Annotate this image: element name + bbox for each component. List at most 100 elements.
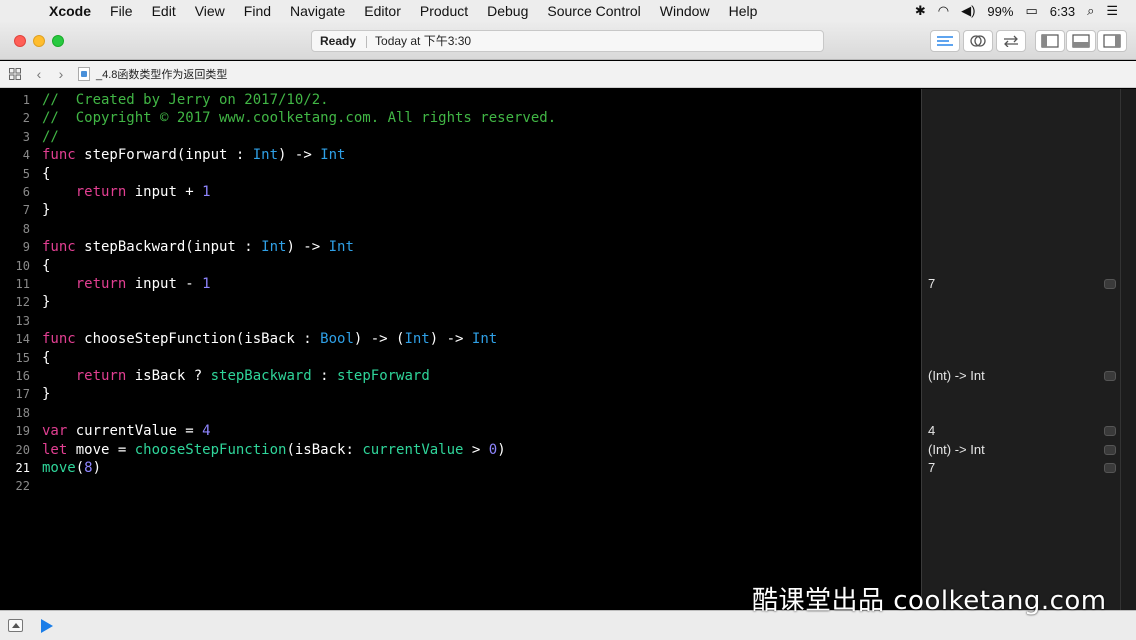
code-token: Int xyxy=(471,331,498,348)
result-value[interactable]: 7 xyxy=(928,275,935,293)
code-line[interactable]: 6 return input + 1 xyxy=(0,183,921,201)
code-token: Bool xyxy=(320,331,354,348)
menu-source-control[interactable]: Source Control xyxy=(538,3,650,19)
volume-icon[interactable]: ◀) xyxy=(961,3,975,19)
navigator-toggle-button[interactable] xyxy=(1035,30,1065,52)
menu-file[interactable]: File xyxy=(101,3,143,19)
editor-scrollbar[interactable] xyxy=(1120,89,1136,610)
line-number: 6 xyxy=(22,185,30,199)
clock[interactable]: 6:33 xyxy=(1050,4,1075,19)
code-line[interactable]: 21 move(8) xyxy=(0,459,921,477)
code-line[interactable]: 8 xyxy=(0,220,921,238)
standard-editor-icon xyxy=(937,36,953,46)
menu-debug[interactable]: Debug xyxy=(478,3,538,19)
code-line[interactable]: 3 // xyxy=(0,128,921,146)
menu-edit[interactable]: Edit xyxy=(143,3,186,19)
minimize-window-button[interactable] xyxy=(33,35,45,47)
back-button[interactable]: ‹ xyxy=(28,66,50,82)
line-number: 14 xyxy=(15,332,30,347)
line-number: 10 xyxy=(15,258,30,273)
code-token: Int xyxy=(404,331,430,348)
spotlight-search-icon[interactable]: ⌕ xyxy=(1087,3,1094,19)
show-result-button[interactable] xyxy=(1104,371,1116,381)
show-result-button[interactable] xyxy=(1104,279,1116,289)
code-token: 4 xyxy=(202,423,211,440)
bluetooth-icon[interactable]: ✱ xyxy=(915,3,926,19)
code-token: 1 xyxy=(202,184,211,200)
line-number: 11 xyxy=(15,277,30,291)
code-line[interactable]: 2 // Copyright © 2017 www.coolketang.com.… xyxy=(0,109,921,127)
code-line[interactable]: 10 { xyxy=(0,257,921,275)
menu-window[interactable]: Window xyxy=(651,3,720,19)
code-token: func xyxy=(42,147,76,164)
code-line[interactable]: 4 func stepForward(input : Int) -> Int xyxy=(0,146,921,164)
result-value[interactable]: 4 xyxy=(928,422,935,440)
code-line[interactable]: 19 var currentValue = 4 xyxy=(0,422,921,440)
code-token: Int xyxy=(252,147,279,164)
code-token: currentValue xyxy=(362,441,464,458)
code-text: } xyxy=(42,385,50,403)
show-debug-area-button[interactable] xyxy=(8,619,23,632)
code-line[interactable]: 7} xyxy=(0,201,921,219)
code-line[interactable]: 11 return input - 1 xyxy=(0,275,921,293)
show-result-button[interactable] xyxy=(1104,463,1116,473)
assistant-editor-icon xyxy=(970,35,986,47)
code-line[interactable]: 9 func stepBackward(input : Int) -> Int xyxy=(0,238,921,256)
code-line[interactable]: 14 func chooseStepFunction(isBack : Bool)… xyxy=(0,330,921,348)
code-line[interactable]: 22 xyxy=(0,477,921,495)
code-editor[interactable]: 1 // Created by Jerry on 2017/10/2. 2 // Co… xyxy=(0,89,921,610)
standard-editor-button[interactable] xyxy=(930,30,960,52)
code-line[interactable]: 15 { xyxy=(0,349,921,367)
menu-xcode[interactable]: Xcode xyxy=(40,3,101,19)
forward-button[interactable]: › xyxy=(50,66,72,82)
left-panel-icon xyxy=(1041,34,1059,48)
menu-help[interactable]: Help xyxy=(720,3,768,19)
code-line[interactable]: 20 let move = chooseStepFunction(isBack: … xyxy=(0,441,921,459)
code-token: (isBack: xyxy=(286,441,363,458)
code-token: Int xyxy=(328,239,354,256)
close-window-button[interactable] xyxy=(14,35,26,47)
debug-area-toggle-button[interactable] xyxy=(1066,30,1096,52)
utilities-toggle-button[interactable] xyxy=(1097,30,1127,52)
show-result-button[interactable] xyxy=(1104,444,1116,455)
code-text: return input - 1 xyxy=(42,275,211,293)
code-token: : xyxy=(311,368,338,384)
code-line[interactable]: 16 return isBack ? stepBackward : stepFo… xyxy=(0,367,921,385)
menu-view[interactable]: View xyxy=(186,3,235,19)
version-editor-button[interactable] xyxy=(996,30,1026,52)
show-result-button[interactable] xyxy=(1104,426,1116,437)
code-line[interactable]: 17} xyxy=(0,385,921,403)
line-number: 16 xyxy=(15,369,30,383)
menu-navigate[interactable]: Navigate xyxy=(281,3,355,19)
activity-divider xyxy=(366,35,368,48)
menu-find[interactable]: Find xyxy=(235,3,281,19)
code-line[interactable]: 13 xyxy=(0,312,921,330)
code-line[interactable]: 12} xyxy=(0,293,921,311)
code-line[interactable]: 5{ xyxy=(0,165,921,183)
code-token: return xyxy=(75,184,127,200)
code-text: // Created by Jerry on 2017/10/2. xyxy=(42,91,329,109)
run-playground-button[interactable] xyxy=(41,619,53,633)
line-number: 4 xyxy=(22,148,30,163)
result-value[interactable]: (Int) -> Int xyxy=(928,367,985,385)
menu-product[interactable]: Product xyxy=(411,3,478,19)
breadcrumb-filename[interactable]: _4.8函数类型作为返回类型 xyxy=(96,66,227,82)
result-value[interactable]: 7 xyxy=(928,459,935,477)
code-line[interactable]: 18 xyxy=(0,404,921,422)
related-items-icon[interactable] xyxy=(8,67,22,81)
code-token: // Copyright © 2017 www.coolketang.com. … xyxy=(42,110,557,127)
zoom-window-button[interactable] xyxy=(52,35,64,47)
wifi-icon[interactable]: ◠ xyxy=(938,3,949,19)
code-token: 8 xyxy=(84,460,93,476)
menu-editor[interactable]: Editor xyxy=(355,3,411,19)
assistant-editor-button[interactable] xyxy=(963,30,993,52)
code-token: } xyxy=(42,294,51,311)
code-token: { xyxy=(42,165,51,182)
result-value[interactable]: (Int) -> Int xyxy=(928,441,985,459)
code-token: stepBackward xyxy=(210,368,312,384)
battery-percent[interactable]: 99% xyxy=(987,4,1013,19)
line-number: 2 xyxy=(22,111,30,126)
code-token: func xyxy=(42,239,76,256)
code-line[interactable]: 1 // Created by Jerry on 2017/10/2. xyxy=(0,91,921,109)
notification-center-icon[interactable]: ☰ xyxy=(1106,3,1118,19)
